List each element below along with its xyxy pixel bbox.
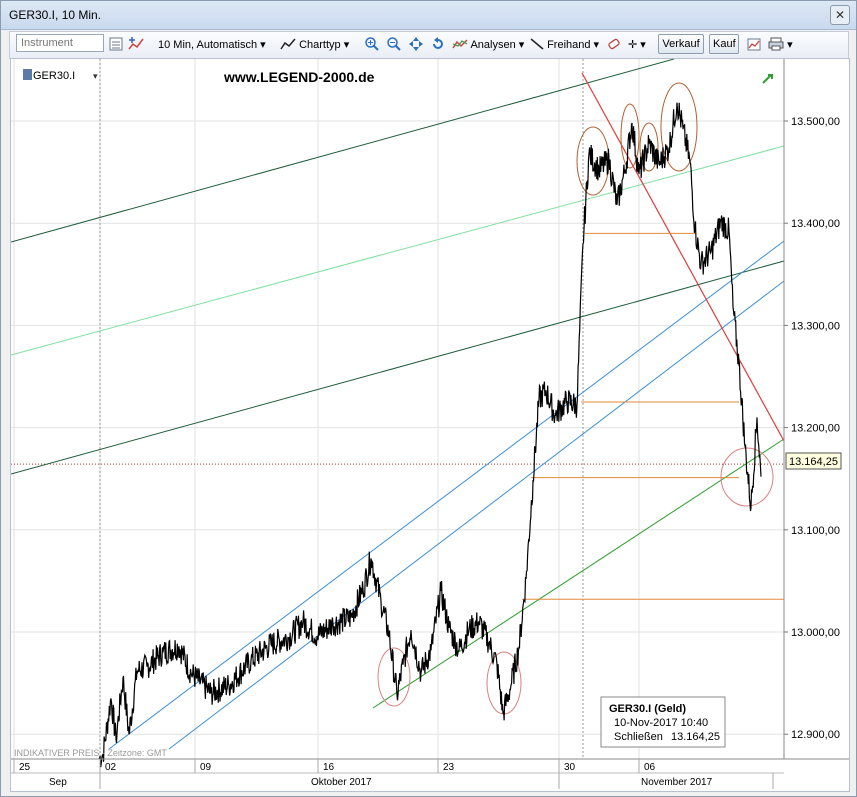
info-title: GER30.I (Geld)	[609, 703, 686, 715]
freehand-menu[interactable]: Freihand ▾	[530, 36, 599, 54]
crosshair-icon: ✛	[628, 39, 638, 51]
chevron-down-icon: ▾	[343, 39, 350, 51]
y-tick-label: 13.000,00	[791, 627, 840, 639]
chevron-down-icon: ▾	[518, 39, 525, 51]
trend-line	[10, 260, 785, 475]
freehand-label: Freihand	[547, 39, 591, 51]
undo-icon[interactable]	[430, 36, 446, 52]
y-tick-label: 13.300,00	[791, 320, 840, 332]
info-date: 10-Nov-2017 10:40	[614, 717, 708, 729]
current-price-label: 13.164,25	[789, 456, 838, 468]
x-month-label: Oktober 2017	[311, 777, 372, 788]
chevron-down-icon: ▾	[787, 39, 793, 51]
y-tick-label: 13.500,00	[791, 116, 840, 128]
y-tick-label: 13.400,00	[791, 218, 840, 230]
eraser-icon[interactable]	[606, 36, 622, 52]
title-bar: GER30.I, 10 Min. ✕	[1, 1, 856, 30]
line-chart-icon	[280, 38, 296, 50]
info-close-label: Schließen	[614, 731, 663, 743]
price-chart[interactable]: 13.500,00 13.400,00 13.300,00 13.200,00 13.1…	[10, 58, 850, 792]
chart-window: GER30.I, 10 Min. ✕ 10 Min, Automatisch ▾…	[0, 0, 857, 797]
sell-button[interactable]: Verkauf	[658, 34, 704, 54]
x-day-label: 02	[105, 762, 117, 773]
marker-ellipse	[639, 122, 659, 172]
chevron-down-icon: ▾	[593, 39, 600, 51]
info-box: GER30.I (Geld) 10-Nov-2017 10:40 Schließ…	[600, 696, 726, 748]
analyses-label: Analysen	[470, 39, 516, 51]
chart-grid	[11, 59, 784, 759]
fit-chart-icon[interactable]	[408, 36, 424, 52]
trend-line	[10, 58, 675, 243]
mode-label: Automatisch	[196, 39, 258, 51]
trend-line	[10, 145, 785, 356]
y-tick-label: 12.900,00	[791, 729, 840, 741]
chevron-down-icon[interactable]: ▾	[93, 71, 98, 81]
chart-canvas[interactable]: 13.500,00 13.400,00 13.300,00 13.200,00 13.1…	[10, 58, 849, 791]
marker-ellipse	[660, 82, 698, 172]
x-day-label: 30	[564, 762, 576, 773]
x-day-label: 23	[443, 762, 455, 773]
trend-line	[372, 438, 785, 709]
x-day-label: 25	[19, 762, 31, 773]
trend-arrow-icon	[762, 74, 773, 84]
instrument-input[interactable]	[16, 34, 104, 52]
chevron-down-icon: ▾	[260, 39, 266, 51]
analyses-icon	[452, 39, 468, 49]
x-month-label: November 2017	[641, 777, 713, 788]
close-icon[interactable]: ✕	[830, 5, 850, 25]
zoom-in-icon[interactable]	[364, 36, 380, 52]
draw-line-icon	[530, 38, 544, 50]
watermark-text: www.LEGEND-2000.de	[223, 69, 375, 85]
x-day-label: 09	[200, 762, 212, 773]
symbol-label[interactable]: GER30.I	[33, 70, 75, 82]
period-label: 10 Min,	[158, 39, 195, 51]
chevron-down-icon: ▾	[640, 39, 646, 51]
chart-type-menu[interactable]: Charttyp ▾	[280, 36, 349, 54]
crosshair-menu[interactable]: ✛ ▾	[628, 36, 646, 54]
chart-type-label: Charttyp	[299, 39, 341, 51]
marker-ellipse	[720, 447, 774, 507]
bottom-note: INDIKATIVER PREIS - Zeitzone: GMT	[14, 748, 167, 758]
x-month-label: Sep	[49, 777, 67, 788]
analyses-menu[interactable]: Analysen ▾	[452, 36, 524, 54]
drawing-objects[interactable]	[10, 58, 785, 750]
current-price-tag: 13.164,25	[785, 452, 842, 470]
trend-line	[108, 240, 785, 750]
x-day-label: 06	[644, 762, 656, 773]
info-close-value: 13.164,25	[671, 731, 720, 743]
period-selector[interactable]: 10 Min, Automatisch ▾	[158, 36, 266, 54]
y-tick-label: 13.200,00	[791, 423, 840, 435]
print-menu[interactable]: ▾	[768, 36, 793, 54]
trend-line	[168, 280, 785, 750]
buy-button[interactable]: Kauf	[709, 34, 739, 54]
price-line	[98, 102, 762, 768]
add-indicator-icon[interactable]	[128, 36, 144, 52]
symbol-icon	[23, 69, 32, 80]
x-day-label: 16	[323, 762, 335, 773]
window-title: GER30.I, 10 Min.	[9, 8, 102, 22]
chart-settings-icon[interactable]	[747, 36, 763, 52]
print-icon	[768, 37, 784, 51]
y-tick-label: 13.100,00	[791, 525, 840, 537]
instrument-list-icon[interactable]	[108, 36, 124, 52]
zoom-out-icon[interactable]	[386, 36, 402, 52]
toolbar: 10 Min, Automatisch ▾ Charttyp ▾ Analyse…	[9, 31, 849, 59]
